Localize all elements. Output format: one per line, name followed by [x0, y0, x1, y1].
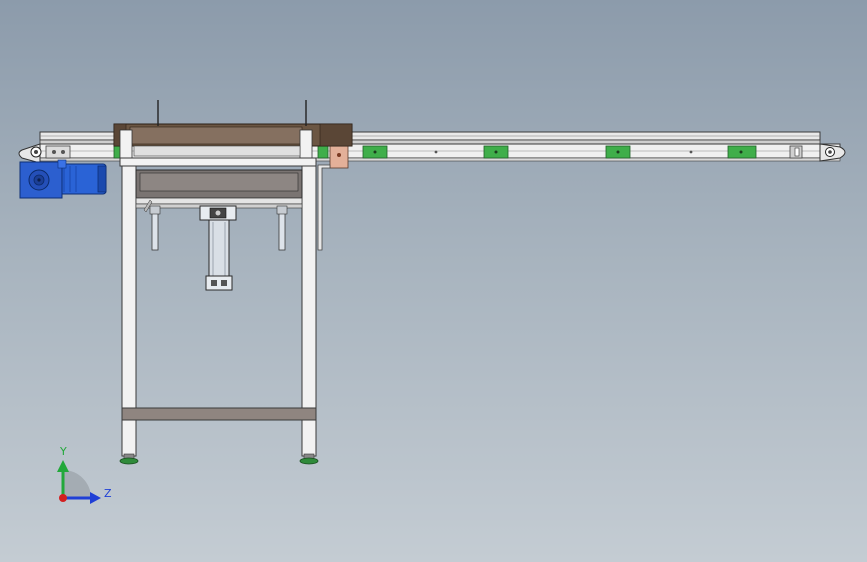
lower-crossbar [121, 407, 317, 421]
lift-cylinder[interactable] [199, 205, 237, 291]
cad-viewport[interactable]: Y Z [0, 0, 867, 562]
foot-pad-left [119, 457, 139, 465]
guide-block [317, 145, 329, 159]
y-axis-label: Y [59, 445, 67, 458]
sensor-bracket[interactable] [317, 145, 349, 251]
z-axis-label: Z [104, 487, 112, 500]
lift-platform[interactable] [135, 169, 303, 209]
coordinate-triad [57, 460, 101, 504]
y-axis-arrow [57, 460, 69, 472]
conveyor-assembly-drawing: Y Z [18, 100, 846, 504]
drive-motor[interactable] [19, 159, 107, 199]
foot-pad-right [299, 457, 319, 465]
z-axis-arrow [90, 492, 101, 504]
x-axis-dot [59, 494, 67, 502]
